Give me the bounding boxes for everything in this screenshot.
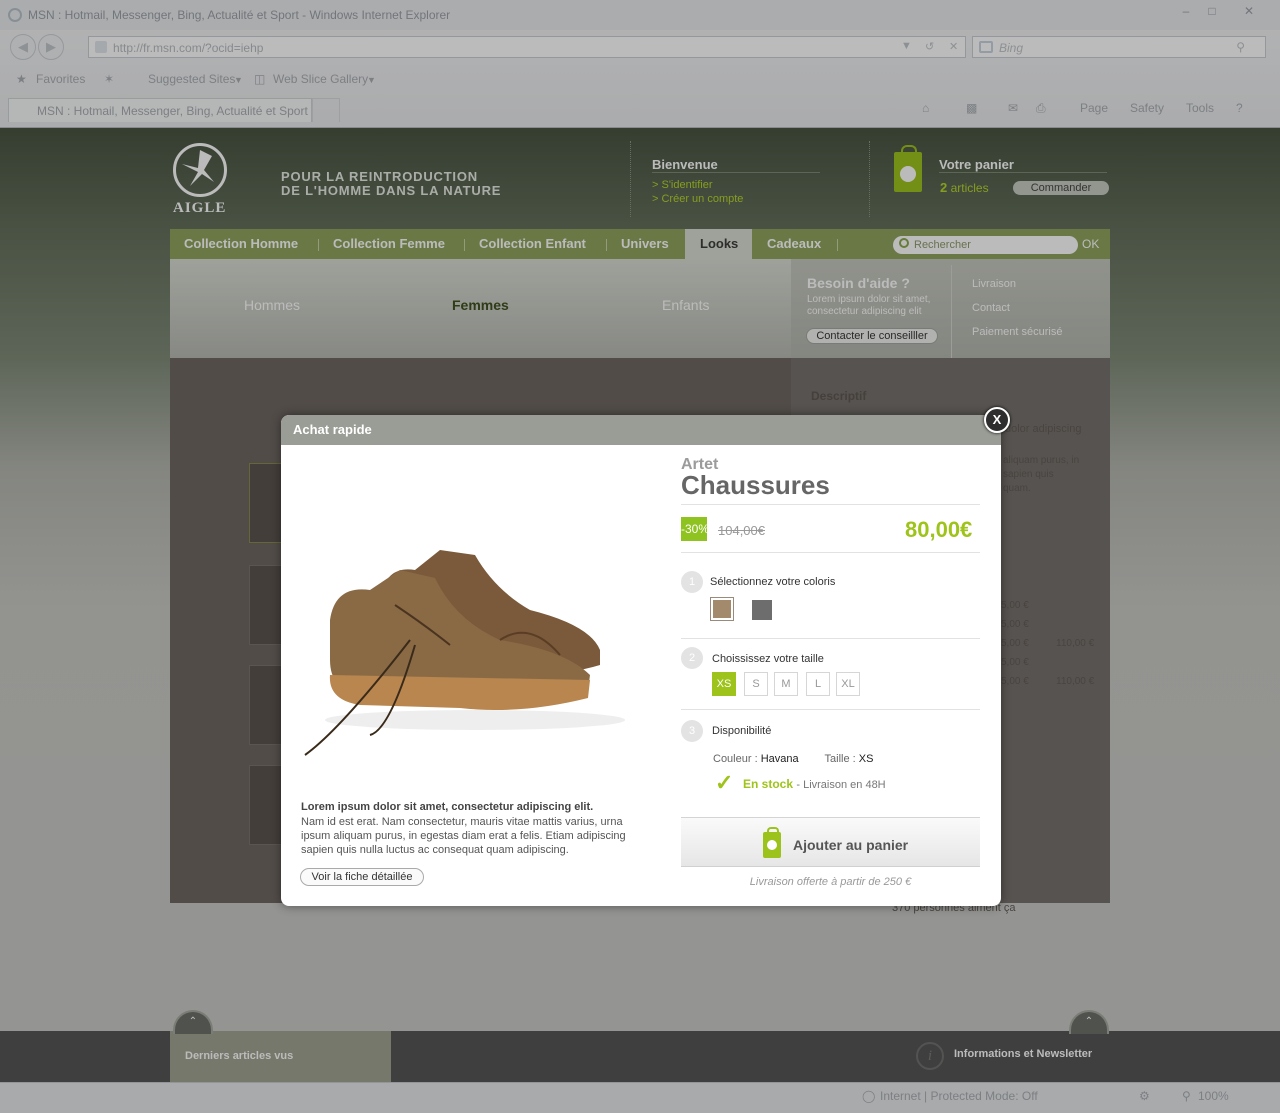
divider [681,709,980,710]
size-l[interactable]: L [806,672,830,696]
step-number: 3 [681,720,703,742]
current-price: 80,00€ [905,517,973,542]
step-label: Choississez votre taille [712,653,824,665]
color-value: Havana [760,753,799,765]
modal-header: Achat rapide [281,415,1001,445]
modal-close-button[interactable]: X [984,407,1010,433]
size-value: XS [858,753,874,765]
discount-badge: -30% [681,517,709,541]
add-to-cart-label: Ajouter au panier [793,837,909,853]
size-xl[interactable]: XL [836,672,860,696]
product-description: Nam id est erat. Nam consectetur, mauris… [301,816,626,856]
color-swatch-fill [713,600,731,618]
view-detail-button[interactable]: Voir la fiche détaillée [300,868,424,886]
size-xs[interactable]: XS [712,672,736,696]
product-lead: Lorem ipsum dolor sit amet, consectetur … [301,801,594,813]
divider [681,504,980,505]
checkmark-icon: ✓ [715,770,734,795]
free-delivery-note: Livraison offerte à partir de 250 € [749,876,912,888]
color-swatch-fill [752,600,772,620]
step-number: 1 [681,571,703,593]
step-label: Disponibilité [712,725,772,737]
modal-title: Achat rapide [293,422,372,437]
divider [681,552,980,553]
stock-status: En stock - Livraison en 48H [743,777,886,791]
size-label: Taille : [824,753,856,765]
add-to-cart-button[interactable]: Ajouter au panier [681,817,980,867]
step-number: 2 [681,647,703,669]
old-price: 104,00€ [718,523,765,538]
cart-bag-icon [763,827,781,858]
divider [681,638,980,639]
product-name: Chaussures [681,470,830,500]
color-swatch-havana[interactable] [710,597,734,621]
color-label: Couleur : [713,753,758,765]
size-m[interactable]: M [774,672,798,696]
delivery-time: - Livraison en 48H [796,779,886,791]
step-label: Sélectionnez votre coloris [710,576,836,588]
availability-summary: Couleur : Havana Taille : XS [713,753,873,765]
stock-label: En stock [743,777,794,791]
color-swatch-grey[interactable] [749,597,773,621]
size-s[interactable]: S [744,672,768,696]
product-image [304,550,625,756]
